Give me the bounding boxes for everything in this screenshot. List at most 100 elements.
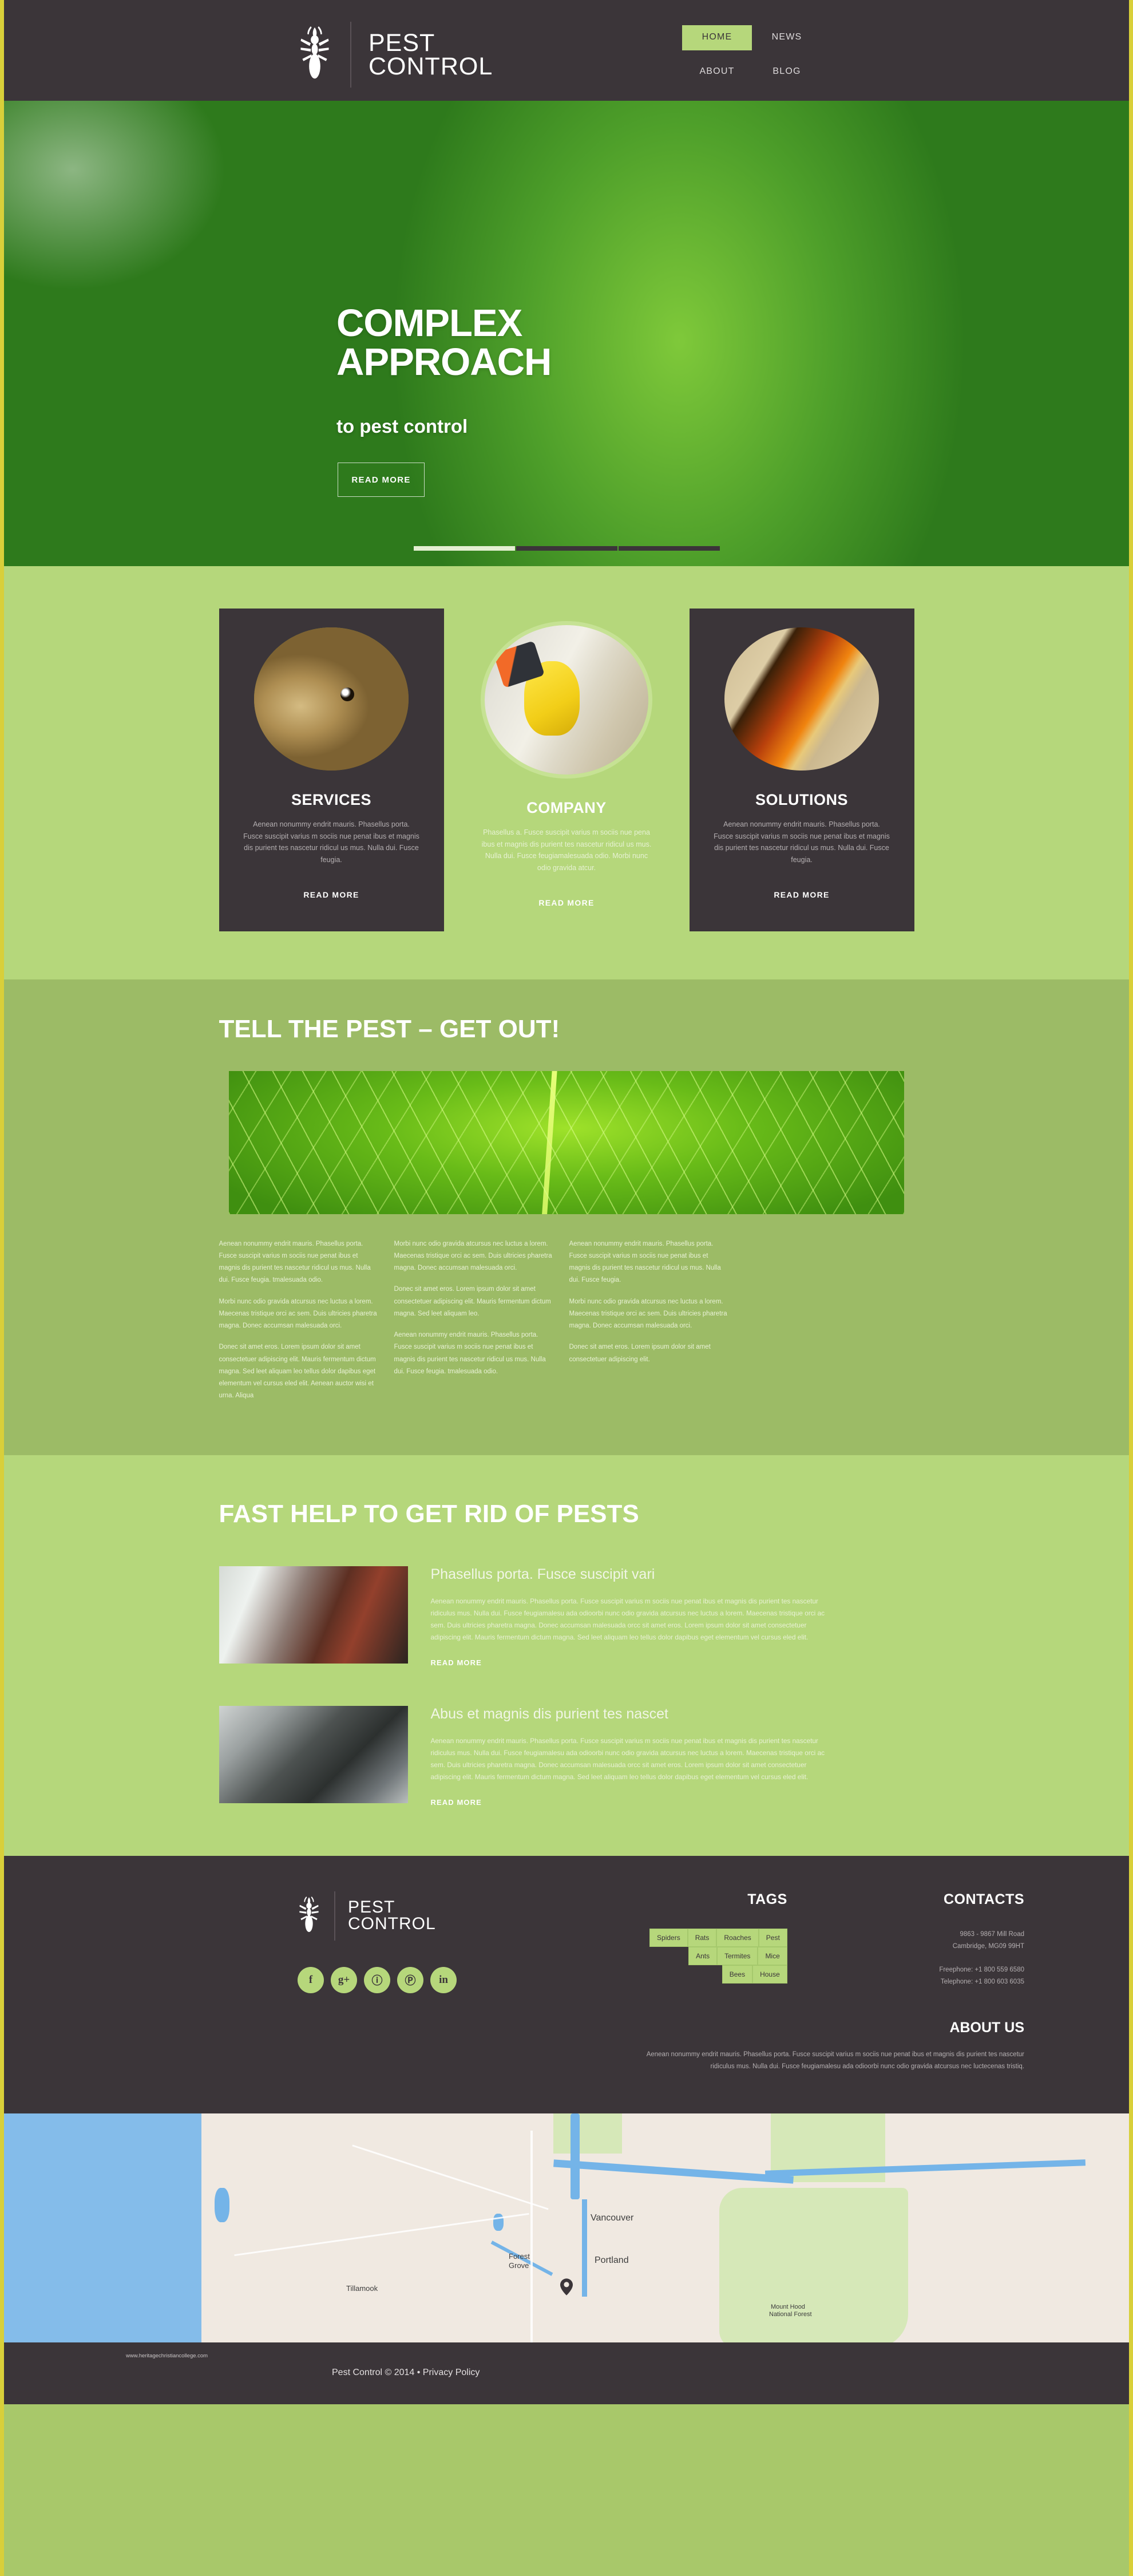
- hero-read-more-button[interactable]: READ MORE: [338, 463, 425, 497]
- tell-column-2: Morbi nunc odio gravida atcursus nec luc…: [394, 1238, 553, 1402]
- map-river: [582, 2199, 587, 2297]
- card-text-solutions: Aenean nonummy endrit mauris. Phasellus …: [714, 820, 890, 864]
- site-header: PEST CONTROL HOME NEWS ABOUT BLOG SERVIC…: [4, 0, 1129, 110]
- nav-item-blog[interactable]: BLOG: [752, 60, 822, 85]
- watermark-text: www.heritagechristiancollege.com: [126, 2353, 208, 2360]
- card-solutions: SOLUTIONS Aenean nonummy endrit mauris. …: [689, 609, 914, 931]
- tag-spiders[interactable]: Spiders: [649, 1928, 688, 1947]
- tag-roaches[interactable]: Roaches: [716, 1928, 759, 1947]
- tag-house[interactable]: House: [752, 1965, 787, 1984]
- map-label-vancouver: Vancouver: [591, 2213, 634, 2223]
- location-map[interactable]: Vancouver Portland Forest Grove Tillamoo…: [4, 2113, 1129, 2343]
- map-green-area: [553, 2113, 622, 2154]
- freephone-number: Freephone: +1 800 559 6580: [939, 1966, 1024, 1974]
- footer-logo[interactable]: PEST CONTROL: [298, 1891, 544, 1941]
- hero-slider: COMPLEX APPROACH to pest control READ MO…: [4, 101, 1129, 566]
- article-2-cta[interactable]: READ MORE: [431, 1798, 482, 1807]
- card-image-services: [254, 627, 409, 771]
- article-1-cta[interactable]: READ MORE: [431, 1658, 482, 1667]
- address-line-1: 9863 - 9867 Mill Road: [960, 1930, 1024, 1938]
- tell-text-columns: Aenean nonummy endrit mauris. Phasellus …: [219, 1214, 914, 1455]
- article-2-title: Abus et magnis dis purient tes nascet: [430, 1705, 669, 1722]
- card-cta-solutions[interactable]: READ MORE: [690, 890, 914, 923]
- copyright-text: Pest Control © 2014 • Privacy Policy: [332, 2368, 480, 2378]
- slider-dot-3[interactable]: [618, 546, 720, 551]
- article-1-title: Phasellus porta. Fusce suscipit vari: [430, 1566, 655, 1582]
- card-image-company: [481, 621, 652, 779]
- tag-pest[interactable]: Pest: [758, 1928, 787, 1947]
- article-2-text: Aenean nonummy endrit mauris. Phasellus …: [430, 1736, 825, 1781]
- ant-icon: [300, 26, 329, 78]
- about-heading: ABOUT US: [949, 2019, 1024, 2036]
- tell-column-3: Aenean nonummy endrit mauris. Phasellus …: [569, 1238, 728, 1402]
- hero-title-line1: COMPLEX: [336, 302, 522, 345]
- contacts-widget: CONTACTS 9863 - 9867 Mill Road Cambridge…: [850, 1891, 1024, 1989]
- tell-the-pest-section: TELL THE PEST – GET OUT! Aenean nonummy …: [4, 979, 1129, 1455]
- card-image-solutions: [724, 627, 879, 771]
- tag-mice[interactable]: Mice: [758, 1946, 787, 1965]
- card-services: SERVICES Aenean nonummy endrit mauris. P…: [219, 609, 444, 931]
- card-company: COMPANY Phasellus a. Fusce suscipit vari…: [454, 609, 679, 931]
- social-links: f g+ ⓘ Ⓟ in: [298, 1966, 544, 1993]
- tell-col1-p1: Aenean nonummy endrit mauris. Phasellus …: [219, 1240, 371, 1284]
- card-cta-company[interactable]: READ MORE: [454, 898, 679, 931]
- tag-termites[interactable]: Termites: [717, 1946, 758, 1965]
- hero-title-line2: APPROACH: [336, 341, 552, 384]
- tag-ants[interactable]: Ants: [688, 1946, 718, 1965]
- map-forest-area: [719, 2188, 908, 2343]
- article-2-image: [219, 1705, 408, 1803]
- nav-item-home[interactable]: HOME: [682, 25, 752, 50]
- nav-item-about[interactable]: ABOUT: [682, 60, 752, 85]
- article-1-text: Aenean nonummy endrit mauris. Phasellus …: [430, 1597, 825, 1641]
- address-line-2: Cambridge, MG09 99HT: [952, 1942, 1024, 1950]
- map-label-forest: Forest: [509, 2252, 530, 2261]
- article-2: Abus et magnis dis purient tes nascet Ae…: [219, 1705, 914, 1808]
- hero-title: COMPLEX APPROACH: [336, 302, 552, 384]
- card-title-company: COMPANY: [526, 799, 607, 816]
- tags-heading: TAGS: [747, 1891, 787, 1907]
- linkedin-icon[interactable]: in: [430, 1966, 457, 1993]
- footer-logo-divider: [334, 1891, 335, 1941]
- tell-col3-p1: Aenean nonummy endrit mauris. Phasellus …: [569, 1240, 721, 1284]
- map-river: [571, 2113, 580, 2200]
- tell-heading: TELL THE PEST – GET OUT!: [219, 1014, 560, 1043]
- map-road: [530, 2131, 533, 2343]
- google-plus-icon[interactable]: g+: [331, 1966, 357, 1993]
- tell-col1-p2: Morbi nunc odio gravida atcursus nec luc…: [219, 1298, 377, 1330]
- copyright-bar: www.heritagechristiancollege.com Pest Co…: [4, 2342, 1129, 2405]
- map-ocean: [4, 2113, 201, 2343]
- nav-item-news[interactable]: NEWS: [752, 25, 822, 50]
- card-text-services: Aenean nonummy endrit mauris. Phasellus …: [243, 820, 419, 864]
- tags-widget: TAGS Spiders Rats Roaches Pest Ants Term…: [624, 1891, 787, 1989]
- slider-dot-1[interactable]: [413, 546, 515, 551]
- article-1: Phasellus porta. Fusce suscipit vari Aen…: [219, 1566, 914, 1668]
- leaf-image: [229, 1070, 904, 1214]
- tag-row: Spiders Rats Roaches Pest: [624, 1928, 787, 1947]
- telephone-number: Telephone: +1 800 603 6035: [940, 1978, 1024, 1986]
- location-pin-icon[interactable]: [560, 2278, 573, 2296]
- pinterest-icon[interactable]: Ⓟ: [397, 1966, 423, 1993]
- contacts-heading: CONTACTS: [943, 1891, 1024, 1907]
- slider-dot-2[interactable]: [516, 546, 617, 551]
- map-road: [352, 2144, 549, 2210]
- tell-col2-p2: Donec sit amet eros. Lorem ipsum dolor s…: [394, 1286, 551, 1317]
- tag-row: Ants Termites Mice: [624, 1946, 787, 1965]
- logo-line1: PEST: [369, 29, 435, 57]
- tag-rats[interactable]: Rats: [687, 1928, 717, 1947]
- map-label-mount-hood: Mount Hood: [771, 2304, 805, 2311]
- rss-icon[interactable]: ⓘ: [364, 1966, 390, 1993]
- fast-help-section: FAST HELP TO GET RID OF PESTS Phasellus …: [4, 1455, 1129, 1856]
- map-label-portland: Portland: [595, 2255, 629, 2266]
- page-root: PEST CONTROL HOME NEWS ABOUT BLOG SERVIC…: [0, 0, 1133, 2576]
- map-road: [234, 2213, 529, 2257]
- about-us-widget: ABOUT US Aenean nonummy endrit mauris. P…: [624, 2020, 1024, 2074]
- logo-line2: CONTROL: [369, 52, 493, 80]
- map-river: [553, 2159, 794, 2184]
- fast-help-heading: FAST HELP TO GET RID OF PESTS: [219, 1499, 639, 1528]
- logo-divider: [350, 22, 351, 88]
- site-logo[interactable]: PEST CONTROL: [298, 22, 493, 88]
- tag-bees[interactable]: Bees: [722, 1965, 753, 1984]
- card-cta-services[interactable]: READ MORE: [219, 890, 444, 923]
- about-text: Aenean nonummy endrit mauris. Phasellus …: [646, 2050, 1024, 2071]
- facebook-icon[interactable]: f: [298, 1966, 324, 1993]
